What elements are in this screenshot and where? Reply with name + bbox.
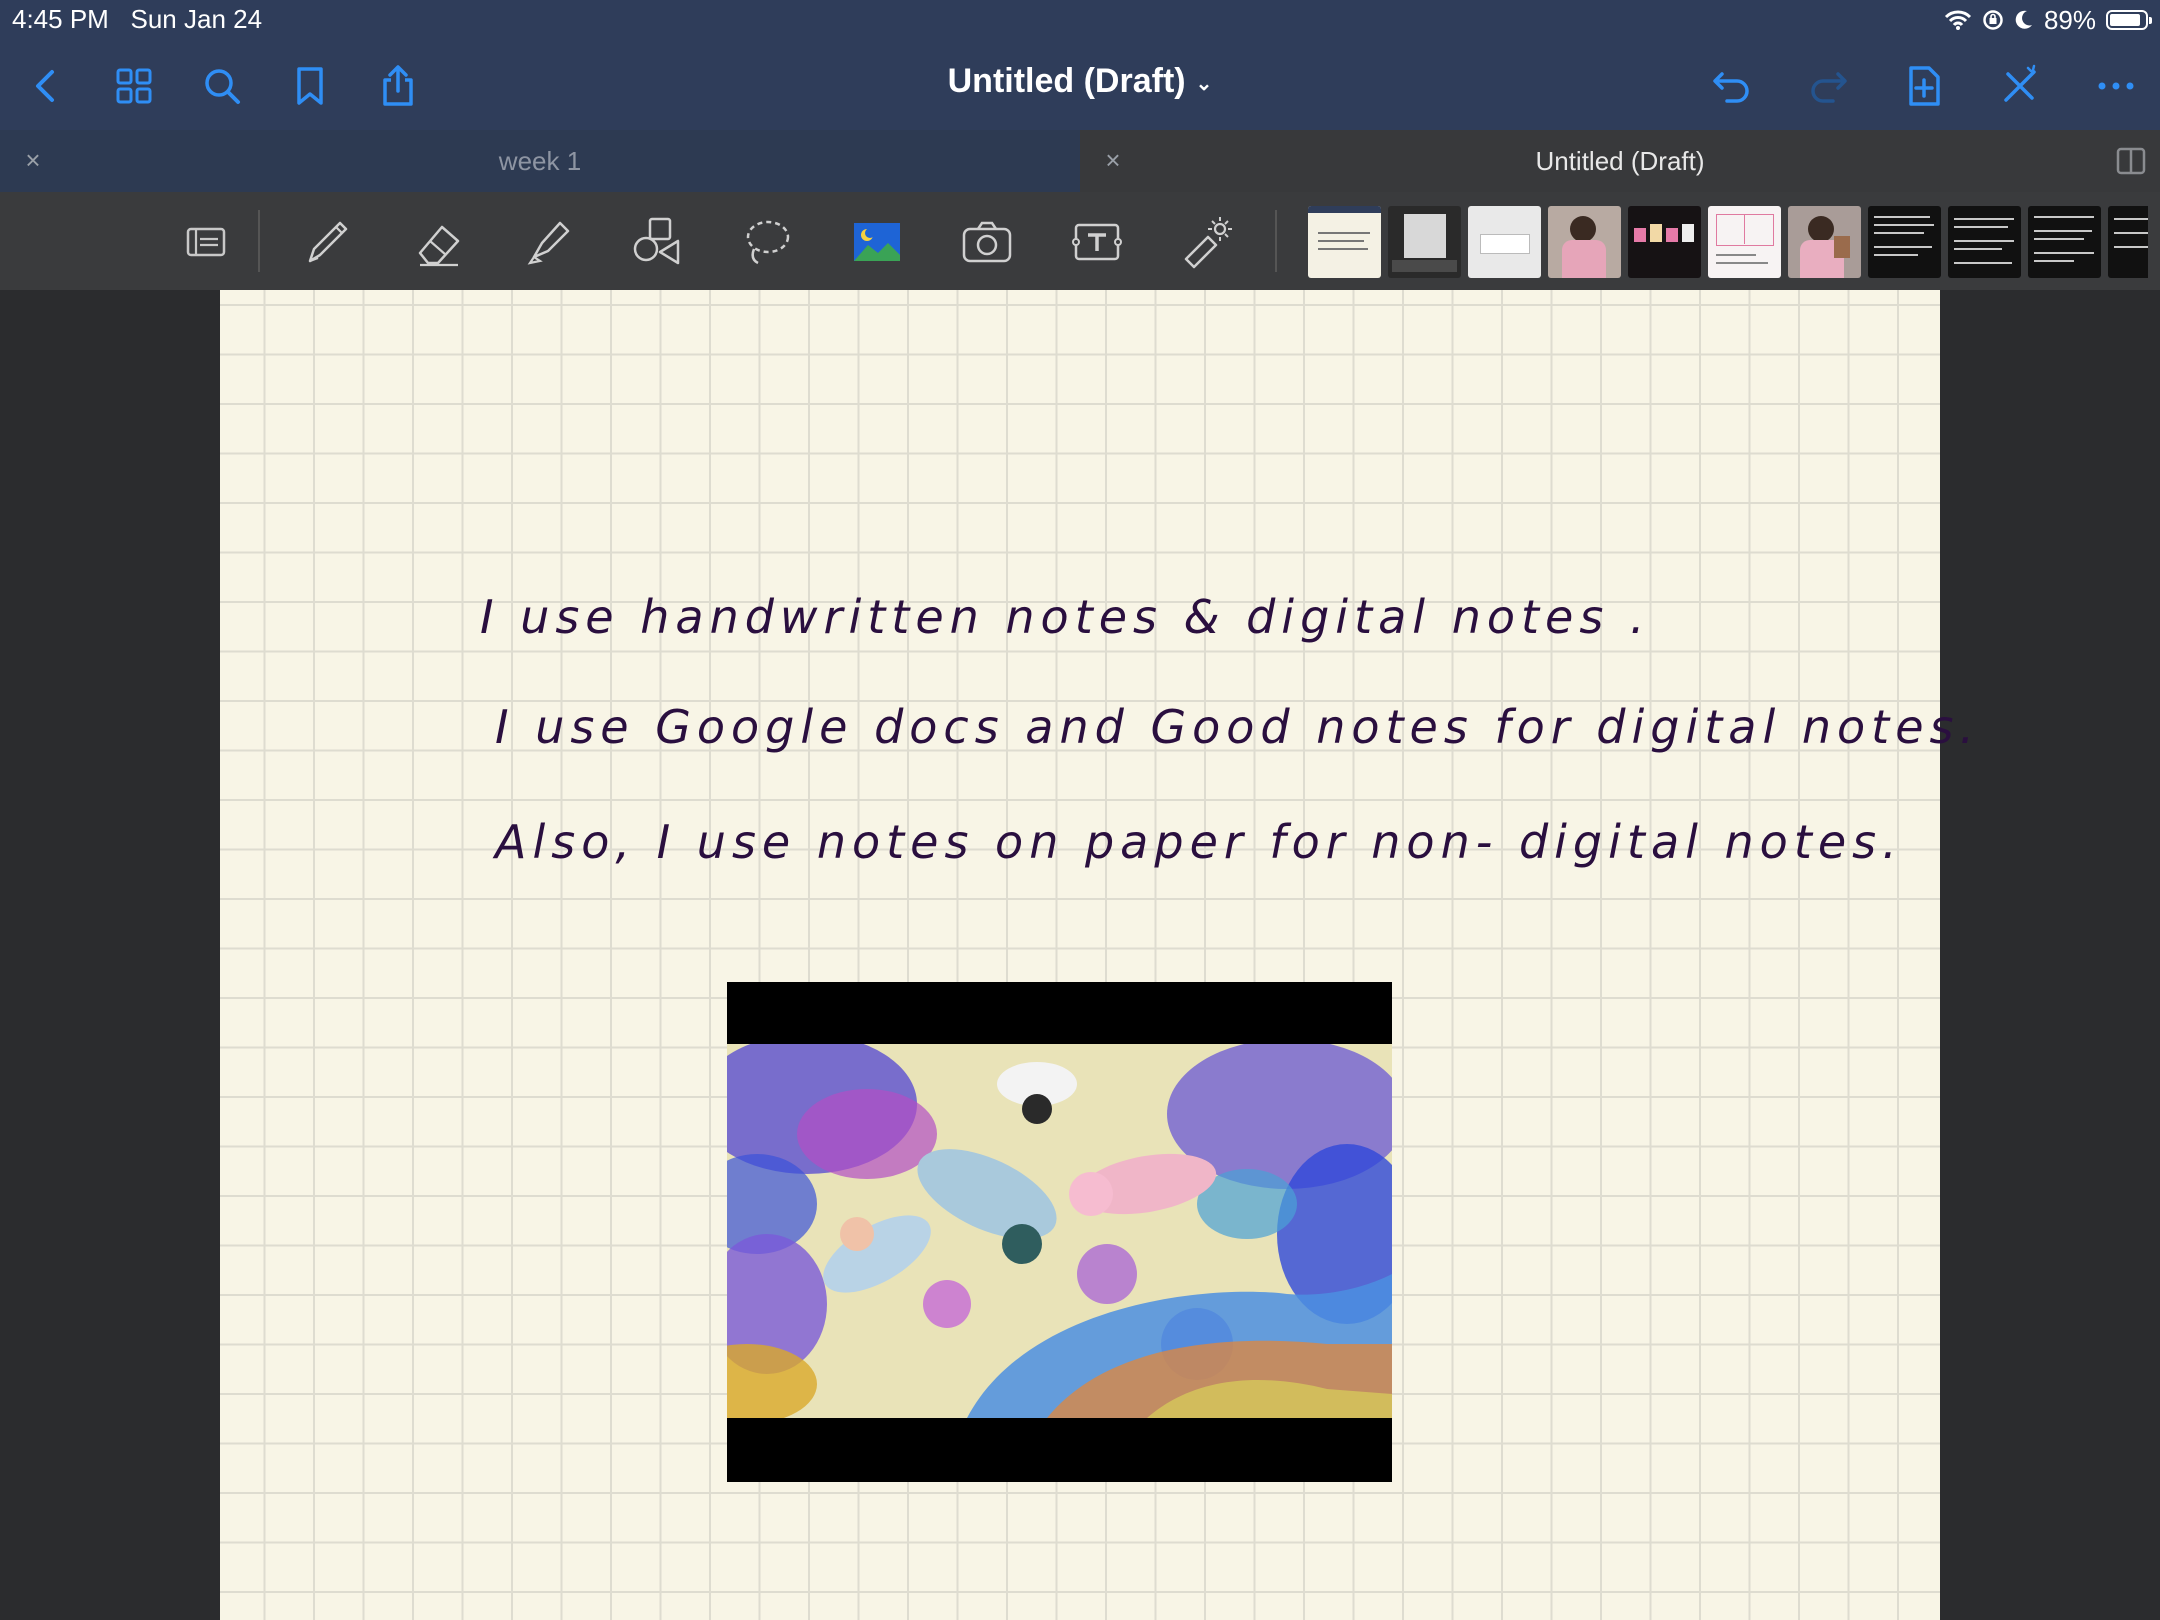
image-icon [854, 223, 900, 261]
document-title-button[interactable]: Untitled (Draft) ⌄ [948, 62, 1213, 100]
top-bar: 4:45 PM Sun Jan 24 89% Untitled (Draft) … [0, 0, 2160, 130]
thumbnails-button[interactable] [108, 60, 160, 112]
date: Sun Jan 24 [130, 4, 263, 34]
handwritten-line: Also, I use notes on paper for non- digi… [495, 815, 1903, 869]
recent-image-thumbnail[interactable] [2108, 206, 2148, 278]
tab-label: week 1 [498, 145, 582, 176]
search-button[interactable] [196, 60, 248, 112]
recent-image-thumbnail[interactable] [1868, 206, 1941, 278]
recent-images-strip [1308, 206, 2148, 278]
recent-image-thumbnail[interactable] [1788, 206, 1861, 278]
nav-right-group [1706, 56, 2142, 116]
nav-left-group [20, 56, 424, 116]
recent-image-thumbnail[interactable] [1468, 206, 1541, 278]
wifi-icon [1944, 10, 1972, 30]
clock: 4:45 PM [12, 4, 109, 34]
text-tool[interactable] [1065, 210, 1129, 274]
recent-image-thumbnail[interactable] [2028, 206, 2101, 278]
chevron-down-icon: ⌄ [1195, 72, 1213, 95]
recent-image-thumbnail[interactable] [1388, 206, 1461, 278]
add-page-icon [1909, 66, 1940, 106]
share-icon [383, 65, 413, 106]
close-tab-icon[interactable]: × [1098, 145, 1128, 175]
hide-toolbar-button[interactable] [1994, 60, 2046, 112]
more-icon [2098, 82, 2134, 90]
pen-tool[interactable] [295, 210, 359, 274]
laser-pointer-icon [1184, 217, 1232, 269]
recent-image-thumbnail[interactable] [1708, 206, 1781, 278]
undo-icon [1713, 72, 1749, 103]
close-x-icon [2004, 64, 2036, 102]
handwritten-line: I use Google docs and Good notes for dig… [495, 700, 1981, 754]
read-only-icon [186, 227, 226, 257]
tab-label: Untitled (Draft) [1535, 145, 1705, 176]
highlighter-icon [527, 221, 570, 265]
split-view-icon[interactable] [2116, 146, 2146, 176]
eraser-tool[interactable] [407, 210, 471, 274]
search-icon [205, 69, 240, 104]
recent-image-thumbnail[interactable] [1548, 206, 1621, 278]
undo-button[interactable] [1706, 60, 1758, 112]
tab-untitled-draft[interactable]: × Untitled (Draft) [1080, 130, 2160, 192]
close-tab-icon[interactable]: × [18, 145, 48, 175]
handwritten-line: I use handwritten notes & digital notes … [480, 590, 1651, 644]
camera-icon [962, 221, 1012, 263]
image-tool[interactable] [845, 210, 909, 274]
pen-icon [308, 221, 348, 263]
battery-icon [2106, 10, 2152, 30]
note-page[interactable]: I use handwritten notes & digital notes … [220, 290, 1974, 1620]
back-chevron-icon [36, 70, 54, 102]
read-only-button[interactable] [175, 210, 239, 274]
tab-bar: × week 1 × Untitled (Draft) [0, 130, 2160, 192]
grid-icon [116, 68, 152, 104]
photo-illustration [727, 1044, 1392, 1418]
shapes-tool[interactable] [625, 210, 689, 274]
toolbar-divider [258, 210, 260, 272]
shapes-icon [633, 217, 680, 265]
back-button[interactable] [20, 60, 72, 112]
eraser-icon [418, 225, 460, 267]
moon-icon [2015, 10, 2032, 29]
highlighter-tool[interactable] [517, 210, 581, 274]
share-button[interactable] [372, 60, 424, 112]
inserted-photo [727, 1044, 1392, 1418]
status-time: 4:45 PM Sun Jan 24 [12, 4, 262, 35]
lasso-icon [746, 220, 790, 265]
lasso-tool[interactable] [735, 210, 799, 274]
status-indicators: 89% [1944, 4, 2152, 36]
laser-pointer-tool[interactable] [1175, 210, 1239, 274]
redo-icon [1811, 72, 1847, 103]
camera-tool[interactable] [955, 210, 1019, 274]
orientation-lock-icon [1983, 10, 2003, 30]
toolbar-divider [1275, 210, 1277, 272]
add-page-button[interactable] [1898, 60, 1950, 112]
recent-image-thumbnail[interactable] [1948, 206, 2021, 278]
recent-image-thumbnail[interactable] [1628, 206, 1701, 278]
text-icon [1072, 223, 1122, 261]
redo-button[interactable] [1802, 60, 1854, 112]
document-title-text: Untitled (Draft) [947, 62, 1186, 100]
tab-week-1[interactable]: × week 1 [0, 130, 1080, 192]
bookmark-icon [297, 67, 323, 105]
more-button[interactable] [2090, 60, 2142, 112]
bookmark-button[interactable] [284, 60, 336, 112]
battery-percent: 89% [2043, 4, 2096, 35]
inserted-image[interactable] [727, 982, 1392, 1482]
recent-image-thumbnail[interactable] [1308, 206, 1381, 278]
